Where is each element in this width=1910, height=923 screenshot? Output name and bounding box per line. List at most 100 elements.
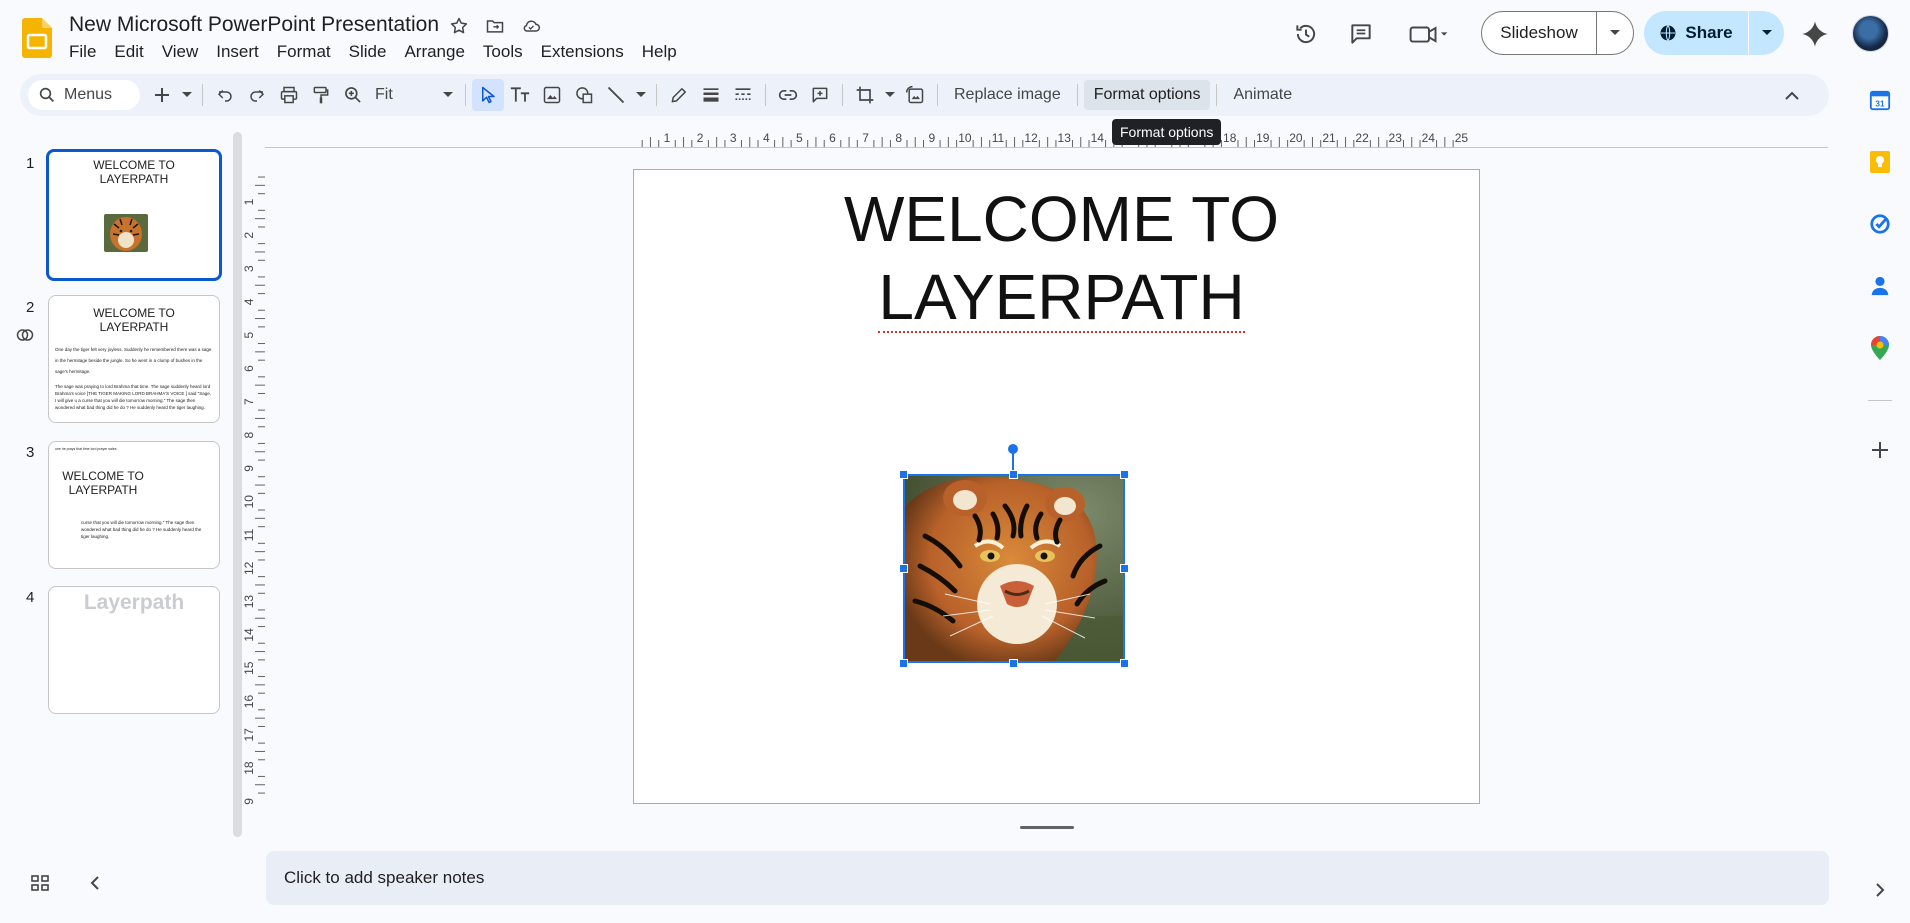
shape-button[interactable] xyxy=(568,79,600,111)
menu-format[interactable]: Format xyxy=(268,40,340,64)
border-color-button[interactable] xyxy=(663,79,695,111)
toolbar-divider xyxy=(202,84,203,106)
meet-camera-icon[interactable] xyxy=(1403,16,1455,52)
resize-handle-w[interactable] xyxy=(899,564,908,573)
insert-link-button[interactable] xyxy=(772,79,804,111)
resize-handle-s[interactable] xyxy=(1009,659,1018,668)
mask-image-dropdown[interactable] xyxy=(881,79,899,111)
menu-help[interactable]: Help xyxy=(633,40,686,64)
move-folder-icon[interactable] xyxy=(483,14,507,38)
menu-arrange[interactable]: Arrange xyxy=(395,40,473,64)
thumb-title: WELCOME TO LAYERPATH xyxy=(62,469,144,497)
slideshow-options-dropdown[interactable] xyxy=(1597,29,1633,37)
comments-icon[interactable] xyxy=(1343,16,1379,52)
user-avatar[interactable] xyxy=(1852,15,1889,52)
thumb-note: one he prays that time lord prayer sales xyxy=(55,447,117,451)
replace-image-button[interactable]: Replace image xyxy=(944,80,1071,110)
chevron-down-icon xyxy=(182,92,192,97)
gemini-sparkle-icon[interactable] xyxy=(1797,16,1833,52)
maps-icon[interactable] xyxy=(1866,334,1894,362)
rotation-handle[interactable] xyxy=(1008,444,1018,454)
notes-resize-grip[interactable] xyxy=(1020,826,1074,829)
paint-format-button[interactable] xyxy=(305,79,337,111)
menu-insert[interactable]: Insert xyxy=(207,40,268,64)
text-box-button[interactable] xyxy=(504,79,536,111)
resize-handle-e[interactable] xyxy=(1120,564,1129,573)
resize-handle-nw[interactable] xyxy=(899,470,908,479)
line-button[interactable] xyxy=(600,79,632,111)
ruler-label: 20 xyxy=(1289,131,1303,145)
insert-image-button[interactable] xyxy=(536,79,568,111)
slide-thumbnail-4[interactable]: Layerpath xyxy=(48,586,220,714)
menu-slide[interactable]: Slide xyxy=(340,40,396,64)
slide-thumbnail-3[interactable]: one he prays that time lord prayer sales… xyxy=(48,441,220,569)
resize-handle-n[interactable] xyxy=(1009,470,1018,479)
chevron-right-icon[interactable] xyxy=(1866,876,1894,904)
animate-button[interactable]: Animate xyxy=(1223,80,1302,110)
resize-handle-ne[interactable] xyxy=(1120,470,1129,479)
keep-icon[interactable] xyxy=(1866,148,1894,176)
zoom-value: Fit xyxy=(375,86,393,103)
paint-roller-icon xyxy=(313,86,329,104)
chevron-down-icon xyxy=(1610,30,1620,35)
version-history-icon[interactable] xyxy=(1288,16,1324,52)
linked-object-icon[interactable] xyxy=(13,323,37,347)
reset-image-button[interactable] xyxy=(899,79,931,111)
ruler-label: 9 xyxy=(244,465,256,472)
calendar-icon[interactable]: 31 xyxy=(1866,86,1894,114)
new-slide-layout-dropdown[interactable] xyxy=(178,79,196,111)
resize-handle-se[interactable] xyxy=(1120,659,1129,668)
print-button[interactable] xyxy=(273,79,305,111)
share-options-dropdown[interactable] xyxy=(1749,29,1784,37)
add-comment-button[interactable] xyxy=(804,79,836,111)
zoom-select[interactable]: Fit xyxy=(369,80,459,110)
format-options-button[interactable]: Format options xyxy=(1083,80,1211,110)
slide-thumbnail-2[interactable]: WELCOME TO LAYERPATH One day the tiger f… xyxy=(48,295,220,423)
slides-logo-icon[interactable] xyxy=(22,18,52,58)
speaker-notes[interactable]: Click to add speaker notes xyxy=(266,851,1829,905)
tasks-icon[interactable] xyxy=(1866,210,1894,238)
toolbar: Menus Fit Replace image Format options A… xyxy=(20,74,1829,116)
select-tool-button[interactable] xyxy=(472,79,504,111)
resize-handle-sw[interactable] xyxy=(899,659,908,668)
ruler-label: 14 xyxy=(244,628,256,642)
menu-extensions[interactable]: Extensions xyxy=(532,40,633,64)
zoom-button[interactable] xyxy=(337,79,369,111)
star-icon[interactable] xyxy=(447,14,471,38)
thumb-title: WELCOME TO LAYERPATH xyxy=(93,306,175,334)
tiger-image[interactable] xyxy=(903,474,1125,663)
crop-button[interactable] xyxy=(849,79,881,111)
border-weight-button[interactable] xyxy=(695,79,727,111)
menu-edit[interactable]: Edit xyxy=(105,40,152,64)
slideshow-button[interactable]: Slideshow xyxy=(1481,11,1634,55)
undo-button[interactable] xyxy=(209,79,241,111)
slideshow-label[interactable]: Slideshow xyxy=(1482,23,1596,43)
collapse-filmstrip-icon[interactable] xyxy=(80,868,110,898)
collapse-toolbar-button[interactable] xyxy=(1777,80,1807,110)
share-button[interactable]: Share xyxy=(1644,11,1784,55)
menu-view[interactable]: View xyxy=(153,40,208,64)
menus-search-input[interactable]: Menus xyxy=(28,80,140,110)
filmstrip-scrollbar[interactable] xyxy=(233,132,242,837)
ruler-label: 1 xyxy=(244,198,256,205)
cloud-saved-icon[interactable] xyxy=(519,14,543,38)
slide-title-textbox[interactable]: WELCOME TO LAYERPATH xyxy=(634,180,1489,336)
cursor-arrow-icon xyxy=(482,86,495,104)
ruler-label: 16 xyxy=(244,695,256,709)
grid-view-icon[interactable] xyxy=(25,868,55,898)
new-slide-button[interactable] xyxy=(146,79,178,111)
slide-thumbnail-1[interactable]: WELCOME TO LAYERPATH xyxy=(46,149,222,281)
document-title[interactable]: New Microsoft PowerPoint Presentation xyxy=(69,13,439,37)
border-dash-button[interactable] xyxy=(727,79,759,111)
border-weight-icon xyxy=(703,88,719,102)
redo-button[interactable] xyxy=(241,79,273,111)
slide-canvas[interactable]: WELCOME TO LAYERPATH xyxy=(633,169,1480,804)
ruler-label: 15 xyxy=(244,661,256,675)
ruler-label: 9 xyxy=(244,798,256,805)
contacts-icon[interactable] xyxy=(1866,272,1894,300)
share-main[interactable]: Share xyxy=(1644,11,1748,55)
menu-tools[interactable]: Tools xyxy=(474,40,532,64)
add-icon[interactable] xyxy=(1866,436,1894,464)
menu-file[interactable]: File xyxy=(60,40,105,64)
line-type-dropdown[interactable] xyxy=(632,79,650,111)
